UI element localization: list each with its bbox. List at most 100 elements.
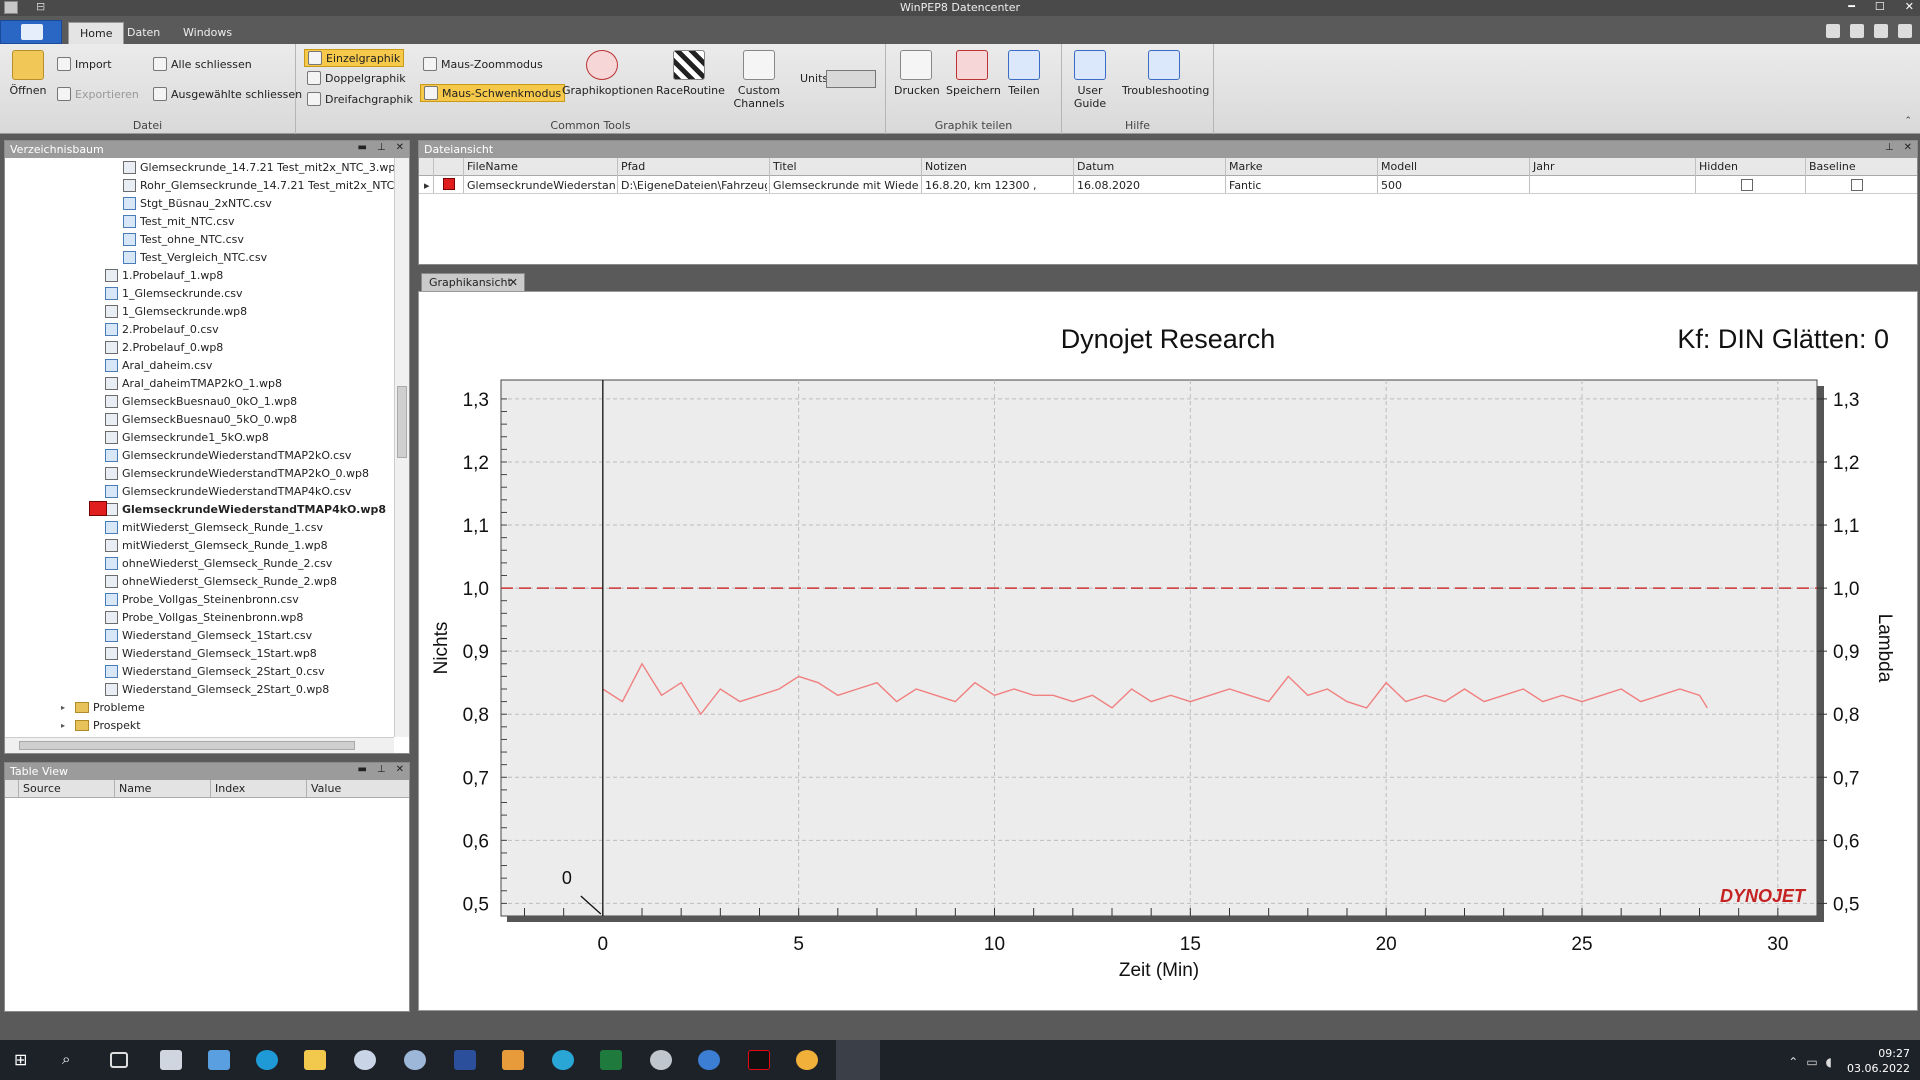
tree-file-item[interactable]: GlemseckrundeWiederstandTMAP4kO.csv	[105, 482, 351, 500]
netflix-icon[interactable]	[748, 1050, 770, 1070]
pin-icon[interactable]: ⊥	[1885, 142, 1894, 153]
task-view-icon[interactable]	[110, 1052, 128, 1068]
winpep8-taskbar-icon[interactable]	[836, 1040, 880, 1080]
media-player-icon[interactable]	[502, 1050, 524, 1070]
hidden-checkbox[interactable]	[1741, 179, 1753, 191]
col-datum[interactable]: Datum	[1077, 160, 1114, 173]
col-notizen[interactable]: Notizen	[925, 160, 967, 173]
tree-file-item[interactable]: GlemseckBuesnau0_5kO_0.wp8	[105, 410, 297, 428]
tree-file-item[interactable]: Test_ohne_NTC.csv	[123, 230, 244, 248]
col-source[interactable]: Source	[19, 780, 115, 797]
scroll-thumb[interactable]	[397, 386, 407, 458]
tree-file-item[interactable]: ohneWiederst_Glemseck_Runde_2.csv	[105, 554, 332, 572]
word-icon[interactable]	[454, 1050, 476, 1070]
search-icon[interactable]: ⌕	[62, 1050, 84, 1070]
double-graph-button[interactable]: Doppelgraphik	[304, 70, 409, 86]
excel-icon[interactable]	[600, 1050, 622, 1070]
horizontal-scrollbar[interactable]	[5, 737, 394, 753]
baseline-checkbox[interactable]	[1851, 179, 1863, 191]
col-marke[interactable]: Marke	[1229, 160, 1263, 173]
col-baseline[interactable]: Baseline	[1809, 160, 1856, 173]
browser-icon[interactable]	[698, 1050, 720, 1070]
print-button[interactable]: Drucken	[894, 50, 940, 97]
expand-arrow-icon[interactable]: ▸	[61, 721, 71, 730]
share-button[interactable]: Teilen	[1002, 50, 1046, 97]
tree-file-item[interactable]: Test_mit_NTC.csv	[123, 212, 235, 230]
chevron-up-icon[interactable]: ⌃	[1788, 1055, 1798, 1070]
app-icon[interactable]	[404, 1050, 426, 1070]
app-icon[interactable]	[552, 1050, 574, 1070]
active-file-color-icon[interactable]	[89, 501, 107, 516]
open-button[interactable]: Öffnen	[8, 50, 48, 97]
close-tab-icon[interactable]: ✕	[509, 276, 518, 289]
tab-windows[interactable]: Windows	[172, 22, 243, 44]
pin-icon[interactable]: ⊥	[377, 764, 386, 775]
close-all-button[interactable]: Alle schliessen	[150, 56, 255, 72]
tree-file-item[interactable]: Probe_Vollgas_Steinenbronn.csv	[105, 590, 299, 608]
record-icon[interactable]	[1826, 24, 1840, 38]
triple-graph-button[interactable]: Dreifachgraphik	[304, 91, 416, 107]
edge-browser-icon[interactable]	[256, 1050, 278, 1070]
col-name[interactable]: Name	[115, 780, 211, 797]
tree-file-item[interactable]: 1.Probelauf_1.wp8	[105, 266, 223, 284]
layout-icon[interactable]	[1850, 24, 1864, 38]
export-button[interactable]: Exportieren	[54, 86, 142, 102]
vertical-scrollbar[interactable]	[394, 158, 409, 737]
col-jahr[interactable]: Jahr	[1533, 160, 1554, 173]
tab-daten[interactable]: Daten	[116, 22, 171, 44]
clock-time[interactable]: 09:27	[1847, 1046, 1910, 1061]
custom-channels-button[interactable]: Custom Channels	[732, 50, 786, 110]
color-swatch-icon[interactable]	[443, 178, 455, 190]
tree-file-item[interactable]: GlemseckrundeWiederstandTMAP2kO_0.wp8	[105, 464, 369, 482]
scroll-thumb[interactable]	[19, 741, 355, 750]
app-icon[interactable]	[796, 1050, 818, 1070]
app-icon[interactable]	[354, 1050, 376, 1070]
tree-file-item[interactable]: Aral_daheim.csv	[105, 356, 212, 374]
user-guide-button[interactable]: User Guide	[1062, 50, 1118, 110]
close-icon[interactable]: ✕	[1904, 142, 1912, 153]
close-selected-button[interactable]: Ausgewählte schliessen	[150, 86, 305, 102]
tree-file-item[interactable]: Aral_daheimTMAP2kO_1.wp8	[105, 374, 282, 392]
close-icon[interactable]: ✕	[396, 764, 404, 775]
col-filename[interactable]: FileName	[467, 160, 518, 173]
close-icon[interactable]: ✕	[396, 142, 404, 153]
troubleshooting-button[interactable]: Troubleshooting	[1122, 50, 1209, 97]
tree-file-item[interactable]: mitWiederst_Glemseck_Runde_1.csv	[105, 518, 323, 536]
calculator-app-icon[interactable]	[208, 1050, 230, 1070]
race-routine-button[interactable]: RaceRoutine	[656, 50, 725, 97]
float-icon[interactable]: ▬	[357, 142, 366, 153]
tree-folder-item[interactable]: ▸ Prospekt	[61, 716, 141, 734]
tree-file-item[interactable]: GlemseckrundeWiederstandTMAP4kO.wp8	[105, 500, 386, 518]
import-button[interactable]: Import	[54, 56, 115, 72]
tree-file-item[interactable]: Probe_Vollgas_Steinenbronn.wp8	[105, 608, 303, 626]
volume-icon[interactable]: ◖	[1826, 1055, 1832, 1070]
tree-file-item[interactable]: Glemseckrunde_14.7.21 Test_mit2x_NTC_3.w…	[123, 158, 394, 176]
close-button[interactable]: ✕	[1905, 0, 1914, 13]
app-icon[interactable]	[650, 1050, 672, 1070]
application-menu-button[interactable]	[0, 20, 62, 44]
tree-file-item[interactable]: Glemseckrunde1_5kO.wp8	[105, 428, 269, 446]
tree-file-item[interactable]: Rohr_Glemseckrunde_14.7.21 Test_mit2x_NT…	[123, 176, 394, 194]
pin-icon[interactable]: ⊥	[377, 142, 386, 153]
expand-arrow-icon[interactable]: ▸	[61, 703, 71, 712]
tree-file-item[interactable]: Wiederstand_Glemseck_1Start.csv	[105, 626, 312, 644]
tree-file-item[interactable]: ohneWiederst_Glemseck_Runde_2.wp8	[105, 572, 337, 590]
col-pfad[interactable]: Pfad	[621, 160, 645, 173]
tree-file-item[interactable]: Wiederstand_Glemseck_1Start.wp8	[105, 644, 317, 662]
col-index[interactable]: Index	[211, 780, 307, 797]
tree-file-item[interactable]: Test_Vergleich_NTC.csv	[123, 248, 267, 266]
col-titel[interactable]: Titel	[773, 160, 797, 173]
settings-icon[interactable]	[1874, 24, 1888, 38]
tree-file-item[interactable]: GlemseckBuesnau0_0kO_1.wp8	[105, 392, 297, 410]
maximize-button[interactable]: ☐	[1875, 0, 1885, 13]
zoom-mode-button[interactable]: Maus-Zoommodus	[420, 56, 546, 72]
line-chart[interactable]: 0,5 0,5 0,6 0,6 0,7 0,7 0,8 0,8 0,9 0,9 1,0 1,0 1,1 1…	[419, 292, 1917, 1010]
float-icon[interactable]: ▬	[357, 764, 366, 775]
tree-file-item[interactable]: Wiederstand_Glemseck_2Start_0.csv	[105, 662, 325, 680]
table-row[interactable]: ▸ GlemseckrundeWiederstand... D:\EigeneD…	[419, 176, 1917, 194]
tree-file-item[interactable]: Wiederstand_Glemseck_2Start_0.wp8	[105, 680, 329, 698]
tree-file-item[interactable]: Stgt_Büsnau_2xNTC.csv	[123, 194, 272, 212]
tree-file-item[interactable]: 2.Probelauf_0.csv	[105, 320, 219, 338]
save-button[interactable]: Speichern	[946, 50, 1001, 97]
tree-file-item[interactable]: 2.Probelauf_0.wp8	[105, 338, 223, 356]
